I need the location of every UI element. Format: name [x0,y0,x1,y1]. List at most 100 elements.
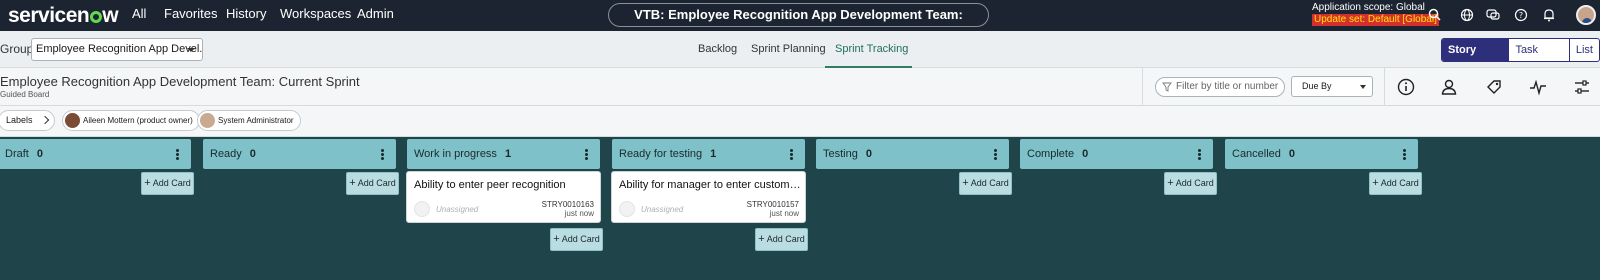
add-card-label: Add Card [1380,178,1419,188]
story-card[interactable]: Ability to enter peer recognition Unassi… [406,171,601,223]
application-scope[interactable]: Application scope: Global Update set: De… [1312,2,1439,26]
filter-placeholder: Filter by title or number [1176,81,1279,92]
chevron-right-icon [40,115,50,125]
person-filter-product-owner[interactable]: Aileen Mottern (product owner) [62,110,200,131]
card-assignee: Unassigned [436,205,479,214]
user-avatar[interactable] [1576,5,1596,25]
nav-all[interactable]: All [132,6,146,21]
more-options-icon[interactable] [1198,149,1201,161]
list-view-button[interactable]: List [1568,39,1599,61]
filter-input[interactable]: Filter by title or number [1155,77,1285,97]
card-number: STRY0010163 [541,200,594,209]
person-name: System Administrator [218,116,294,125]
more-options-icon[interactable] [994,149,997,161]
column-count: 1 [504,148,512,160]
planning-subheader: Group Employee Recognition App Devel... … [0,31,1600,69]
add-card-button[interactable]: + Add Card [1164,172,1217,195]
task-board-button[interactable]: Task board [1508,39,1568,61]
scope-label: Application scope: Global [1312,2,1425,13]
column-header-complete[interactable]: Complete 0 [1020,139,1213,169]
column-count: 0 [36,148,43,160]
add-card-label: Add Card [970,178,1009,188]
filter-icon [1162,82,1172,92]
column-count: 0 [249,148,256,160]
sort-select[interactable]: Due By [1291,76,1373,97]
nav-workspaces[interactable]: Workspaces [280,6,351,21]
more-options-icon[interactable] [381,149,384,161]
unassigned-avatar [619,201,635,217]
labels-button[interactable]: Labels [0,110,55,131]
board-title-row: Employee Recognition App Development Tea… [0,68,1600,106]
card-title: Ability to enter peer recognition [414,179,566,191]
nav-favorites[interactable]: Favorites [164,6,217,21]
column-count: 0 [1082,148,1089,160]
board-subtitle: Guided Board [0,90,50,99]
help-icon[interactable]: ? [1513,7,1529,23]
more-options-icon[interactable] [1403,149,1406,161]
unassigned-avatar [414,201,430,217]
search-icon[interactable] [1427,7,1443,23]
nav-history[interactable]: History [226,6,266,21]
column-name: Complete [1027,148,1075,160]
column-header-testing[interactable]: Testing 0 [816,139,1009,169]
context-title-pill[interactable]: VTB: Employee Recognition App Developmen… [608,3,989,44]
column-count: 0 [865,148,872,160]
more-options-icon[interactable] [790,149,793,161]
svg-text:?: ? [1519,11,1523,20]
card-number: STRY0010157 [746,200,799,209]
globe-icon[interactable] [1459,7,1475,23]
more-options-icon[interactable] [585,149,588,161]
filters-row: Labels Aileen Mottern (product owner) Sy… [0,106,1600,137]
card-title: Ability for manager to enter customer/i.… [619,179,801,191]
card-assignee: Unassigned [641,205,684,214]
person-filter-system-administrator[interactable]: System Administrator [197,110,301,131]
update-set-label: Update set: Default [Global] [1312,14,1439,26]
add-card-label: Add Card [152,178,191,188]
add-card-button[interactable]: + Add Card [346,172,399,195]
story-board: Draft 0 + Add Card Ready 0 + Add Card Work i… [0,137,1600,280]
column-header-ready[interactable]: Ready 0 [203,139,396,169]
add-card-button[interactable]: + Add Card [1369,172,1422,195]
view-switcher: Story board Task board List [1441,38,1600,62]
add-card-button[interactable]: + Add Card [550,228,603,251]
bell-icon[interactable] [1541,7,1557,23]
story-card[interactable]: Ability for manager to enter customer/i.… [611,171,806,223]
column-count: 0 [1288,148,1296,160]
tab-backlog[interactable]: Backlog [698,43,737,55]
person-icon[interactable] [1439,77,1459,97]
add-card-label: Add Card [357,178,396,188]
column-header-work-in-progress[interactable]: Work in progress 1 [407,139,600,169]
person-name: Aileen Mottern (product owner) [83,116,193,125]
tab-sprint-planning[interactable]: Sprint Planning [751,43,826,55]
chat-icon[interactable] [1485,7,1501,23]
add-card-button[interactable]: + Add Card [141,172,194,195]
column-name: Cancelled [1232,148,1281,160]
add-card-label: Add Card [766,234,805,244]
more-options-icon[interactable] [176,149,179,161]
column-name: Testing [823,148,858,160]
group-select[interactable]: Employee Recognition App Devel... [31,38,203,61]
activity-icon[interactable] [1528,77,1548,97]
top-navigation-bar: servicen w All Favorites History Workspac… [0,0,1600,44]
settings-sliders-icon[interactable] [1572,77,1592,97]
group-label: Group [0,42,34,56]
column-header-ready-for-testing[interactable]: Ready for testing 1 [612,139,805,169]
add-card-label: Add Card [1175,178,1214,188]
column-header-draft[interactable]: Draft 0 [0,139,191,169]
column-header-cancelled[interactable]: Cancelled 0 [1225,139,1418,169]
add-card-button[interactable]: + Add Card [959,172,1012,195]
avatar [65,113,80,128]
add-card-button[interactable]: + Add Card [755,228,808,251]
tab-sprint-tracking[interactable]: Sprint Tracking [835,43,908,55]
sort-select-value: Due By [1302,81,1332,91]
servicenow-logo[interactable]: servicen w [8,4,119,28]
story-board-button[interactable]: Story board [1442,39,1509,61]
column-name: Ready for testing [619,148,703,160]
card-updated: just now [769,209,799,218]
labels-button-label: Labels [6,115,33,125]
nav-admin[interactable]: Admin [357,6,394,21]
info-icon[interactable] [1396,77,1416,97]
card-updated: just now [564,209,594,218]
column-count: 1 [710,148,717,160]
tag-icon[interactable] [1484,77,1504,97]
